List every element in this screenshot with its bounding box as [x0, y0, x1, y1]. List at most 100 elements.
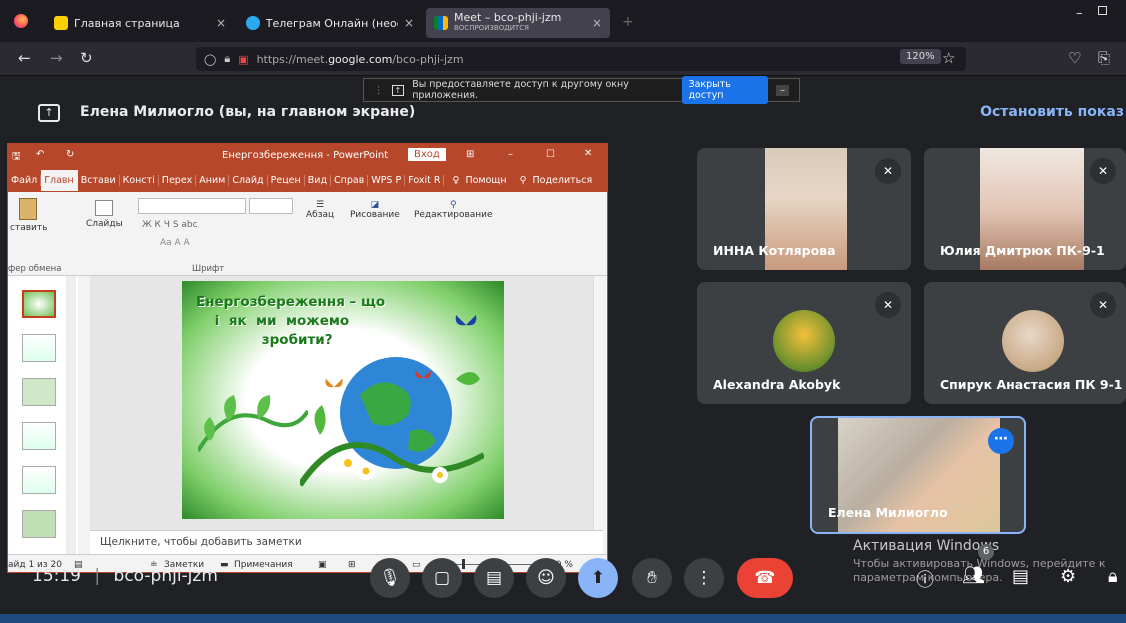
notes-area[interactable]: Щелкните, чтобы добавить заметки [90, 530, 603, 554]
ribbon-tab[interactable]: WPS P [368, 174, 406, 186]
zoom-slider-thumb[interactable] [462, 559, 465, 569]
share-button[interactable]: Поделиться [530, 175, 596, 186]
participant-avatar [1002, 310, 1064, 372]
ribbon-tab[interactable]: Справ [331, 174, 369, 186]
participant-tile[interactable]: ✕ Спирук Анастасия ПК 9-1 [924, 282, 1126, 404]
mic-off-icon: ✕ [875, 292, 901, 318]
mic-button[interactable]: 🎙︎ [370, 558, 410, 598]
drawing-button[interactable]: ◪ Рисование [350, 200, 400, 220]
participant-tile[interactable]: ✕ ИННА Котлярова [697, 148, 911, 270]
normal-view-icon[interactable]: ▣ [318, 560, 327, 570]
lock-icon[interactable]: 🔒︎ [224, 52, 230, 66]
raise-hand-button[interactable]: ✋︎ [632, 558, 672, 598]
font-case-buttons[interactable]: Аа А А [160, 238, 190, 248]
slides-button[interactable]: Слайды [86, 200, 123, 229]
ribbon-tab[interactable]: Рецен [268, 174, 305, 186]
self-view-tile[interactable]: ⋯ Елена Милиогло [810, 416, 1026, 534]
back-icon[interactable]: ← [18, 50, 31, 66]
restore-icon[interactable] [1098, 6, 1107, 15]
ribbon-tab[interactable]: Перех [159, 174, 197, 186]
close-tab-icon[interactable]: × [216, 16, 226, 30]
ribbon-tab[interactable]: Вид [305, 174, 332, 186]
stop-presenting-button[interactable]: Остановить показ [980, 104, 1124, 120]
close-tab-icon[interactable]: × [404, 16, 414, 30]
bookmark-star-icon[interactable]: ☆ [942, 50, 955, 66]
info-icon[interactable]: ⓘ [916, 566, 934, 592]
tab-meet[interactable]: Meet – bco-phji-jzm ВОСПРОИЗВОДИТСЯ × [426, 8, 610, 38]
reload-icon[interactable]: ↻ [80, 50, 93, 66]
share-banner-text: Вы предоставляете доступ к другому окну … [412, 79, 629, 101]
participant-tile[interactable]: ✕ Юлия Дмитрюк ПК-9-1 [924, 148, 1126, 270]
extensions-icon[interactable]: ⎘ [1098, 50, 1110, 66]
thumbnail-scrollbar[interactable] [66, 276, 76, 554]
ppt-close-icon[interactable]: ✕ [584, 148, 592, 159]
ribbon-tab[interactable]: Консті [120, 174, 159, 186]
slide-thumbnail[interactable] [22, 290, 56, 318]
minimize-icon[interactable]: – [1076, 6, 1083, 21]
lightbulb-icon[interactable]: ♀ [444, 175, 462, 186]
chat-icon[interactable]: ▤ [1012, 566, 1029, 587]
slide-thumbnail[interactable] [22, 378, 56, 406]
ribbon-tab-help[interactable]: Помощн [462, 175, 509, 186]
tab-home[interactable]: Главная страница × [46, 8, 234, 38]
paragraph-button[interactable]: ☰ Абзац [306, 200, 334, 220]
ribbon-display-icon[interactable]: ⊞ [466, 149, 474, 160]
new-tab-icon[interactable]: + [622, 14, 634, 30]
camera-button[interactable]: ▢ [422, 558, 462, 598]
slide-thumbnail[interactable] [22, 422, 56, 450]
ppt-minimize-icon[interactable]: – [508, 149, 513, 160]
save-icon[interactable]: 🖫︎ [12, 149, 21, 166]
activities-icon[interactable]: ⚙︎ [1060, 566, 1076, 587]
more-options-icon[interactable]: ⋯ [988, 428, 1014, 454]
host-controls-icon[interactable]: 🔒︎ [1108, 566, 1118, 587]
share-icon[interactable]: ⚲ [510, 175, 530, 186]
ppt-maximize-icon[interactable]: ☐ [546, 149, 555, 160]
pocket-icon[interactable]: ♡ [1068, 50, 1081, 66]
slide-thumbnail-pane[interactable] [8, 276, 78, 554]
current-slide[interactable]: Енергозбереження – що і як ми можемо зро… [182, 281, 504, 519]
firefox-icon[interactable] [14, 14, 28, 28]
ribbon-tab[interactable]: Встави [78, 174, 120, 186]
hide-banner-button[interactable]: – [776, 84, 789, 96]
slide-thumbnail[interactable] [22, 510, 56, 538]
shield-icon[interactable]: ◯ [204, 53, 216, 66]
drag-handle-icon[interactable]: ⋮ [374, 85, 384, 96]
undo-icon[interactable]: ↶ [36, 149, 44, 160]
people-icon[interactable]: 👥︎ [962, 565, 985, 586]
ribbon-tab[interactable]: Foxit R [405, 174, 445, 186]
participant-tile[interactable]: ✕ Alexandra Akobyk [697, 282, 911, 404]
butterfly-icon [325, 378, 343, 388]
font-format-buttons[interactable]: Ж К Ч S abc [142, 220, 198, 230]
comments-icon[interactable]: ▬ [220, 560, 229, 570]
slideshow-icon[interactable]: ▭ [412, 560, 421, 570]
close-tab-icon[interactable]: × [592, 16, 602, 30]
login-button[interactable]: Вход [408, 148, 446, 161]
zoom-level[interactable]: 120% [900, 49, 941, 64]
address-bar[interactable]: ◯ 🔒︎ ▣ https://meet.google.com/bco-phji-… [196, 47, 966, 71]
slide-scrollbar[interactable] [593, 276, 603, 530]
comments-toggle[interactable]: Примечания [234, 560, 293, 570]
meet-icon [434, 16, 448, 30]
slide-thumbnail[interactable] [22, 334, 56, 362]
ppt-ribbon: ставить фер обмена Слайды Ж К Ч S abc Аа… [8, 192, 607, 276]
ribbon-tab[interactable]: Аним [196, 174, 230, 186]
ribbon-tab[interactable]: Слайд [229, 174, 268, 186]
ribbon-tab[interactable]: Файл [8, 174, 42, 186]
permissions-icon[interactable]: ▣ [238, 53, 248, 66]
end-call-button[interactable]: ☎︎ [737, 558, 793, 598]
ribbon-tab-home[interactable]: Главн [41, 169, 78, 191]
forward-icon[interactable]: → [50, 50, 63, 66]
more-options-button[interactable]: ⋮ [684, 558, 724, 598]
redo-icon[interactable]: ↻ [66, 149, 74, 160]
emoji-button[interactable]: ☺ [526, 558, 566, 598]
slide-sorter-icon[interactable]: ⊞ [348, 560, 356, 570]
editing-button[interactable]: ⚲ Редактирование [414, 200, 493, 220]
captions-button[interactable]: ▤ [474, 558, 514, 598]
tab-telegram[interactable]: Телеграм Онлайн (неофициа × [238, 8, 422, 38]
present-button[interactable]: ⬆ [578, 558, 618, 598]
slide-thumbnail[interactable] [22, 466, 56, 494]
font-name-box[interactable] [138, 198, 246, 214]
stop-sharing-button[interactable]: Закрыть доступ [682, 76, 769, 104]
font-size-box[interactable] [249, 198, 293, 214]
paste-button[interactable]: ставить [10, 198, 47, 233]
